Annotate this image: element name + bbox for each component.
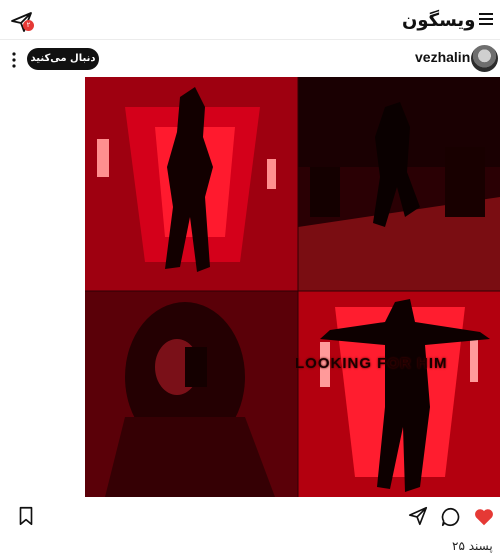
bookmark-icon[interactable] — [15, 505, 37, 527]
likes-count[interactable]: ۲۵ پسند — [452, 539, 493, 553]
comment-icon[interactable] — [440, 506, 462, 528]
avatar[interactable] — [471, 45, 498, 72]
image-overlay-text: LOOKING FOR HIM — [295, 355, 448, 372]
top-bar: ۲ ویسگون — [0, 0, 500, 40]
heart-icon[interactable] — [473, 506, 495, 528]
more-vertical-icon[interactable] — [11, 52, 17, 68]
post-image[interactable]: LOOKING FOR HIM — [85, 77, 500, 497]
share-icon[interactable] — [407, 505, 429, 527]
post-username[interactable]: vezhalin — [415, 49, 470, 65]
image-collage — [85, 77, 500, 497]
app-logo[interactable]: ویسگون — [402, 10, 476, 31]
notification-badge: ۲ — [23, 20, 34, 31]
following-button[interactable]: دنبال می‌کنید — [27, 48, 99, 70]
hamburger-menu-icon[interactable] — [478, 11, 494, 27]
